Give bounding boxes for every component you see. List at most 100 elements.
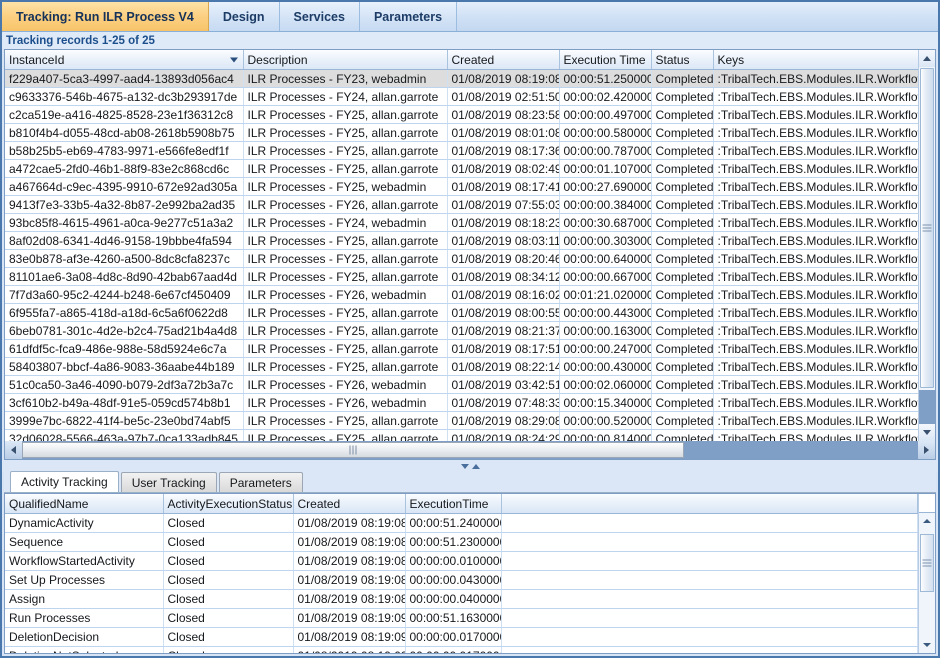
table-row[interactable]: DeletionNotSelectedClosed01/08/2019 08:1… bbox=[5, 646, 918, 653]
table-row[interactable]: 3cf610b2-b49a-48df-91e5-059cd574b8b1 ILR … bbox=[5, 393, 918, 412]
panel-splitter[interactable] bbox=[2, 460, 938, 472]
tab-tracking-label: Tracking: Run ILR Process V4 bbox=[16, 9, 194, 24]
column-header-keys[interactable]: Keys bbox=[713, 50, 918, 70]
table-row[interactable]: c9633376-546b-4675-a132-dc3b293917de ILR … bbox=[5, 87, 918, 106]
cell-keys: :TribalTech.EBS.Modules.ILR.Workflow. bbox=[713, 249, 918, 268]
hscroll-left-button[interactable] bbox=[5, 441, 22, 459]
tab-activity-tracking-label: Activity Tracking bbox=[21, 475, 108, 489]
column-header-activityexecutionstatus[interactable]: ActivityExecutionStatus bbox=[163, 494, 294, 514]
cell-execution-time: 00:00:00.1630000 bbox=[559, 321, 652, 340]
table-row[interactable]: b58b25b5-eb69-4783-9971-e566fe8edf1f ILR … bbox=[5, 141, 918, 160]
sort-descending-icon[interactable] bbox=[229, 57, 238, 62]
table-row[interactable]: Sequence Closed 01/08/2019 08:19:08 00:00:5… bbox=[5, 532, 918, 552]
table-row[interactable]: 32d06028-5566-463a-97b7-0ca133adb845 ILR … bbox=[5, 429, 918, 441]
table-row[interactable]: a467664d-c9ec-4395-9910-672e92ad305a ILR … bbox=[5, 177, 918, 196]
table-row[interactable]: 61dfdf5c-fca9-486e-988e-58d5924e6c7a ILR … bbox=[5, 339, 918, 358]
column-header-executiontime[interactable]: ExecutionTime bbox=[405, 494, 502, 514]
hscroll-thumb[interactable] bbox=[22, 442, 684, 458]
hscroll-right-button[interactable] bbox=[918, 441, 935, 459]
table-row[interactable]: Assign Closed 01/08/2019 08:19:08 00:00:00.… bbox=[5, 589, 918, 609]
cell-created: 01/08/2019 08:17:51 bbox=[447, 339, 560, 358]
column-header-qualifiedname[interactable]: QualifiedName bbox=[5, 494, 164, 514]
cell-instanceid: f229a407-5ca3-4997-aad4-13893d056ac4 bbox=[5, 69, 244, 88]
vscroll2-down-button[interactable] bbox=[919, 637, 935, 653]
tab-parameters-label: Parameters bbox=[373, 9, 443, 24]
table-row[interactable]: Set Up Processes Closed 01/08/2019 08:19:0… bbox=[5, 570, 918, 590]
column-header-activityexecutionstatus-label: ActivityExecutionStatus bbox=[167, 496, 293, 511]
cell-qualifiedname: WorkflowStartedActivity bbox=[5, 551, 164, 571]
table-row[interactable]: 7f7d3a60-95c2-4244-b248-6e67cf450409 ILR … bbox=[5, 285, 918, 304]
column-header-created[interactable]: Created bbox=[447, 50, 560, 70]
column-header-instanceid[interactable]: InstanceId bbox=[5, 50, 244, 70]
cell-execution-time: 00:00:00.5200000 bbox=[559, 411, 652, 430]
cell-created: 01/08/2019 08:02:49 bbox=[447, 159, 560, 178]
cell-keys: :TribalTech.EBS.Modules.ILR.Workflow. bbox=[713, 87, 918, 106]
grip-icon bbox=[349, 445, 357, 455]
table-row[interactable]: f229a407-5ca3-4997-aad4-13893d056ac4 ILR … bbox=[5, 69, 918, 88]
cell-description: ILR Processes - FY25, allan.garrote bbox=[243, 123, 448, 142]
cell-qualifiedname: Run Processes bbox=[5, 608, 164, 628]
table-row[interactable]: 58403807-bbcf-4a86-9083-36aabe44b189 ILR … bbox=[5, 357, 918, 376]
cell-instanceid: 9413f7e3-33b5-4a32-8b87-2e992ba2ad35 bbox=[5, 195, 244, 214]
activity-tracking-vertical-scrollbar[interactable] bbox=[918, 494, 935, 653]
column-header-description[interactable]: Description bbox=[243, 50, 448, 70]
table-row[interactable]: DeletionDecision Closed 01/08/2019 08:19:0… bbox=[5, 627, 918, 647]
tab-detail-parameters[interactable]: Parameters bbox=[218, 472, 303, 492]
table-row[interactable]: 81101ae6-3a08-4d8c-8d90-42bab67aad4d ILR … bbox=[5, 267, 918, 286]
table-row[interactable]: a472cae5-2fd0-46b1-88f9-83e2c868cd6c ILR … bbox=[5, 159, 918, 178]
column-header-description-label: Description bbox=[247, 52, 308, 67]
column-header-status[interactable]: Status bbox=[651, 50, 714, 70]
table-row[interactable]: 9413f7e3-33b5-4a32-8b87-2e992ba2ad35 ILR … bbox=[5, 195, 918, 214]
table-row[interactable]: c2ca519e-a416-4825-8528-23e1f36312c8 ILR … bbox=[5, 105, 918, 124]
table-row[interactable]: Run Processes Closed 01/08/2019 08:19:09 00… bbox=[5, 608, 918, 628]
tracking-records-horizontal-scrollbar[interactable] bbox=[4, 441, 936, 460]
vscroll-up-button[interactable] bbox=[919, 50, 935, 67]
vscroll-track-lower[interactable] bbox=[919, 390, 935, 424]
cell-created: 01/08/2019 08:18:23 bbox=[447, 213, 560, 232]
tab-activity-tracking[interactable]: Activity Tracking bbox=[10, 471, 119, 492]
cell-execution-time: 00:00:00.6670000 bbox=[559, 267, 652, 286]
table-row[interactable]: b810f4b4-d055-48cd-ab08-2618b5908b75 ILR … bbox=[5, 123, 918, 142]
tab-services[interactable]: Services bbox=[279, 2, 360, 31]
tracking-window: Tracking: Run ILR Process V4 Design Serv… bbox=[0, 0, 940, 658]
cell-description: ILR Processes - FY25, allan.garrote bbox=[243, 141, 448, 160]
cell-execution-time: 00:00:00.4970000 bbox=[559, 105, 652, 124]
cell-instanceid: a472cae5-2fd0-46b1-88f9-83e2c868cd6c bbox=[5, 159, 244, 178]
cell-status: Completed bbox=[651, 339, 714, 358]
column-header-execution-time[interactable]: Execution Time bbox=[559, 50, 652, 70]
table-row[interactable]: 83e0b878-af3e-4260-a500-8dc8cfa8237c ILR … bbox=[5, 249, 918, 268]
cell-description: ILR Processes - FY25, allan.garrote bbox=[243, 303, 448, 322]
column-header-qualifiedname-label: QualifiedName bbox=[9, 496, 89, 511]
table-row[interactable]: 6beb0781-301c-4d2e-b2c4-75ad21b4a4d8 ILR … bbox=[5, 321, 918, 340]
collapse-down-icon[interactable] bbox=[460, 463, 469, 469]
column-header-status-label: Status bbox=[655, 52, 690, 67]
top-tab-bar: Tracking: Run ILR Process V4 Design Serv… bbox=[2, 2, 938, 32]
cell-executiontime: 00:00:00.0170000 bbox=[405, 627, 502, 647]
table-row[interactable]: 8af02d08-6341-4d46-9158-19bbbe4fa594 ILR … bbox=[5, 231, 918, 250]
table-row[interactable]: 93bc85f8-4615-4961-a0ca-9e277c51a3a2 ILR … bbox=[5, 213, 918, 232]
hscroll-track[interactable] bbox=[22, 441, 918, 459]
grip-icon bbox=[922, 224, 932, 232]
cell-created: 01/08/2019 08:22:14 bbox=[447, 357, 560, 376]
table-row[interactable]: 6f955fa7-a865-418d-a18d-6c5a6f0622d8 ILR … bbox=[5, 303, 918, 322]
cell-qualifiedname: Assign bbox=[5, 589, 164, 609]
table-row[interactable]: WorkflowStartedActivity Closed 01/08/2019 … bbox=[5, 551, 918, 571]
tab-tracking[interactable]: Tracking: Run ILR Process V4 bbox=[2, 2, 209, 31]
table-row[interactable]: 51c0ca50-3a46-4090-b079-2df3a72b3a7c ILR … bbox=[5, 375, 918, 394]
tab-design[interactable]: Design bbox=[208, 2, 280, 31]
collapse-up-icon[interactable] bbox=[471, 463, 480, 469]
vscroll2-up-button[interactable] bbox=[919, 513, 935, 529]
tab-user-tracking[interactable]: User Tracking bbox=[120, 472, 217, 492]
table-row[interactable]: 3999e7bc-6822-41f4-be5c-23e0bd74abf5 ILR … bbox=[5, 411, 918, 430]
table-row[interactable]: DynamicActivity Closed 01/08/2019 08:19:08… bbox=[5, 513, 918, 533]
tab-parameters[interactable]: Parameters bbox=[359, 2, 458, 31]
vscroll-down-button[interactable] bbox=[919, 424, 935, 441]
tracking-records-vertical-scrollbar[interactable] bbox=[918, 50, 935, 441]
vscroll-thumb[interactable] bbox=[920, 68, 934, 388]
cell-keys: :TribalTech.EBS.Modules.ILR.Workflow. bbox=[713, 429, 918, 441]
cell-created: 01/08/2019 08:01:08 bbox=[447, 123, 560, 142]
cell-description: ILR Processes - FY26, webadmin bbox=[243, 285, 448, 304]
vscroll2-thumb[interactable] bbox=[920, 534, 934, 592]
cell-created: 01/08/2019 08:00:55 bbox=[447, 303, 560, 322]
column-header-detail-created[interactable]: Created bbox=[293, 494, 406, 514]
